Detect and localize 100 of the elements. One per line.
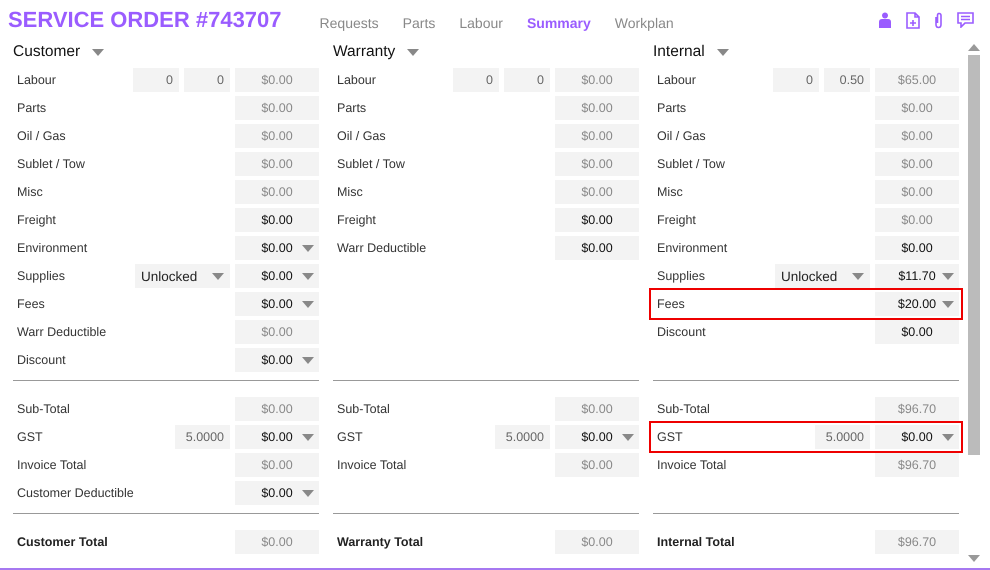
caret-icon	[212, 272, 224, 280]
amount-field[interactable]: $0.00	[235, 180, 319, 204]
row-label: Fees	[656, 297, 686, 311]
amount-field[interactable]: $65.00	[875, 68, 959, 92]
row-label: Sublet / Tow	[336, 157, 406, 171]
amount-field[interactable]: $0.00	[235, 397, 319, 421]
tab[interactable]: Labour	[447, 11, 515, 35]
rate-field[interactable]: 5.0000	[175, 425, 230, 449]
amount-field[interactable]: $0.00	[875, 124, 959, 148]
row-label: Freight	[336, 213, 377, 227]
scroll-up-icon[interactable]	[968, 44, 980, 51]
caret-icon	[852, 272, 864, 280]
amount-field[interactable]: $0.00	[235, 236, 319, 260]
tab[interactable]: Summary	[514, 11, 603, 35]
amount-field[interactable]: $0.00	[555, 208, 639, 232]
scroll-down-icon[interactable]	[968, 555, 980, 562]
row-label: GST	[336, 430, 364, 444]
amount-field[interactable]: $0.00	[875, 152, 959, 176]
caret-icon	[92, 48, 104, 56]
amount-field[interactable]: $0.00	[235, 425, 319, 449]
add-document-icon[interactable]	[906, 12, 920, 28]
tab[interactable]: Workplan	[602, 11, 686, 35]
caret-icon	[942, 272, 954, 280]
row-label: Oil / Gas	[656, 129, 707, 143]
column-title: Customer	[13, 43, 80, 61]
row-label: Parts	[336, 101, 368, 115]
lock-dropdown[interactable]: Unlocked	[135, 264, 230, 288]
amount-field[interactable]: $0.00	[555, 68, 639, 92]
rate-field[interactable]: 5.0000	[815, 425, 870, 449]
row-label: Freight	[16, 213, 57, 227]
amount-field[interactable]: $0.00	[235, 530, 319, 554]
row-label: Supplies	[656, 269, 706, 283]
amount-field[interactable]: $0.00	[875, 425, 959, 449]
amount-field[interactable]: $0.00	[875, 236, 959, 260]
tab[interactable]: Parts	[390, 11, 448, 35]
row-label: Misc	[336, 185, 364, 199]
amount-field[interactable]: $0.00	[235, 124, 319, 148]
amount-field[interactable]: $0.00	[555, 236, 639, 260]
paperclip-icon[interactable]	[934, 12, 943, 28]
amount-field[interactable]: $0.00	[555, 124, 639, 148]
row-label: Invoice Total	[336, 458, 408, 472]
amount-field[interactable]: $0.00	[555, 425, 639, 449]
caret-icon	[302, 434, 314, 440]
amount-field[interactable]: $0.00	[235, 481, 319, 505]
number-field[interactable]: 0	[504, 68, 550, 92]
row-label: Sublet / Tow	[16, 157, 86, 171]
caret-icon	[302, 244, 314, 252]
tab[interactable]: Requests	[308, 11, 391, 35]
caret-icon	[302, 490, 314, 496]
row-label: Discount	[16, 353, 67, 367]
number-field[interactable]: 0.50	[824, 68, 870, 92]
number-field[interactable]: 0	[184, 68, 230, 92]
amount-field[interactable]: $0.00	[235, 208, 319, 232]
row-label: Warranty Total	[336, 535, 424, 549]
amount-field[interactable]: $0.00	[235, 292, 319, 316]
row-label: Misc	[656, 185, 684, 199]
caret-icon	[622, 434, 634, 440]
page-title: SERVICE ORDER #743707	[8, 7, 282, 33]
amount-field[interactable]: $0.00	[555, 96, 639, 120]
amount-field[interactable]: $0.00	[875, 208, 959, 232]
amount-field[interactable]: $0.00	[235, 152, 319, 176]
amount-field[interactable]: $0.00	[235, 264, 319, 288]
row-label: Environment	[656, 241, 728, 255]
scrollbar-thumb[interactable]	[968, 55, 980, 455]
person-icon[interactable]	[878, 12, 892, 28]
row-label: Discount	[656, 325, 707, 339]
amount-field[interactable]: $20.00	[875, 292, 959, 316]
comment-icon[interactable]	[957, 12, 974, 28]
amount-field[interactable]: $0.00	[555, 152, 639, 176]
row-label: Sublet / Tow	[656, 157, 726, 171]
amount-field[interactable]: $0.00	[875, 180, 959, 204]
amount-field[interactable]: $11.70	[875, 264, 959, 288]
amount-field[interactable]: $0.00	[235, 453, 319, 477]
amount-field[interactable]: $0.00	[235, 96, 319, 120]
row-label: Customer Total	[16, 535, 109, 549]
rate-field[interactable]: 5.0000	[495, 425, 550, 449]
caret-icon	[407, 48, 420, 56]
amount-field[interactable]: $0.00	[235, 348, 319, 372]
amount-field[interactable]: $96.70	[875, 397, 959, 421]
row-label: Labour	[336, 73, 377, 87]
lock-dropdown[interactable]: Unlocked	[775, 264, 870, 288]
number-field[interactable]: 0	[133, 68, 179, 92]
amount-field[interactable]: $0.00	[555, 397, 639, 421]
amount-field[interactable]: $0.00	[555, 180, 639, 204]
amount-field[interactable]: $0.00	[555, 453, 639, 477]
row-label: Customer Deductible	[16, 486, 135, 500]
row-label: GST	[656, 430, 684, 444]
amount-field[interactable]: $96.70	[875, 530, 959, 554]
row-label: Sub-Total	[336, 402, 391, 416]
caret-icon	[302, 272, 314, 280]
amount-field[interactable]: $96.70	[875, 453, 959, 477]
amount-field[interactable]: $0.00	[555, 530, 639, 554]
amount-field[interactable]: $0.00	[875, 320, 959, 344]
amount-field[interactable]: $0.00	[235, 68, 319, 92]
number-field[interactable]: 0	[453, 68, 499, 92]
row-label: Misc	[16, 185, 44, 199]
amount-field[interactable]: $0.00	[875, 96, 959, 120]
row-label: Invoice Total	[656, 458, 728, 472]
amount-field[interactable]: $0.00	[235, 320, 319, 344]
number-field[interactable]: 0	[773, 68, 819, 92]
